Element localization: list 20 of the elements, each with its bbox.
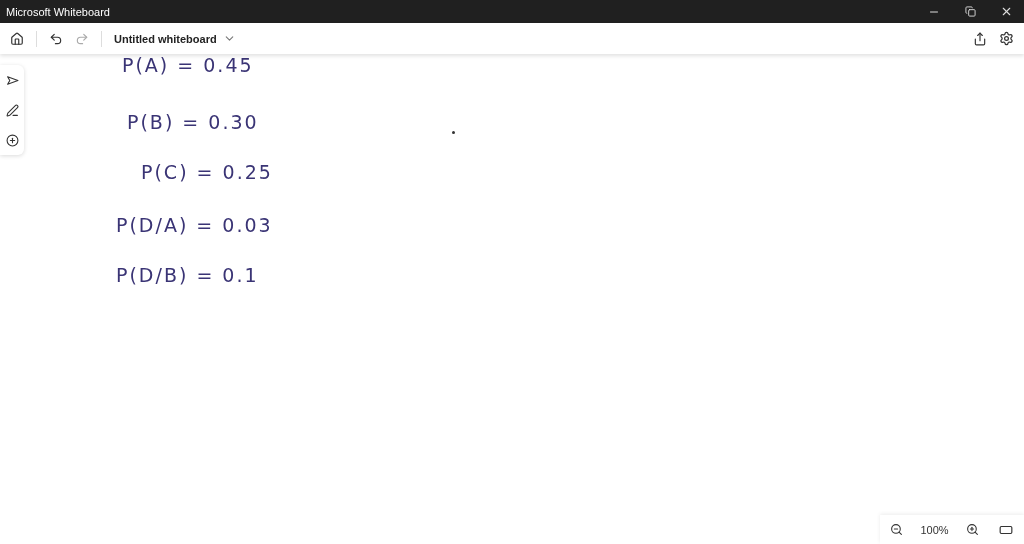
redo-icon	[75, 31, 89, 46]
pen-icon	[5, 103, 19, 117]
pointer-icon	[5, 73, 19, 87]
zoom-level: 100%	[920, 523, 949, 536]
zoom-out-icon	[890, 523, 904, 536]
handwritten-ink: P(C) = 0.25	[141, 161, 273, 183]
handwritten-ink: P(D/B) = 0.1	[116, 264, 259, 286]
window-title: Microsoft Whiteboard	[6, 5, 111, 18]
share-icon	[973, 31, 987, 46]
handwritten-ink: P(D/A) = 0.03	[116, 214, 273, 236]
ink-dot	[452, 131, 455, 134]
handwritten-ink: P(A) = 0.45	[122, 54, 254, 76]
home-icon	[10, 31, 24, 46]
board-title-dropdown[interactable]: Untitled whiteboard	[110, 30, 240, 47]
plus-circle-icon	[5, 133, 19, 147]
handwritten-ink: P(B) = 0.30	[127, 111, 259, 133]
undo-icon	[49, 31, 63, 46]
restore-icon	[964, 6, 976, 17]
zoom-in-icon	[965, 523, 979, 536]
settings-icon	[999, 31, 1014, 46]
